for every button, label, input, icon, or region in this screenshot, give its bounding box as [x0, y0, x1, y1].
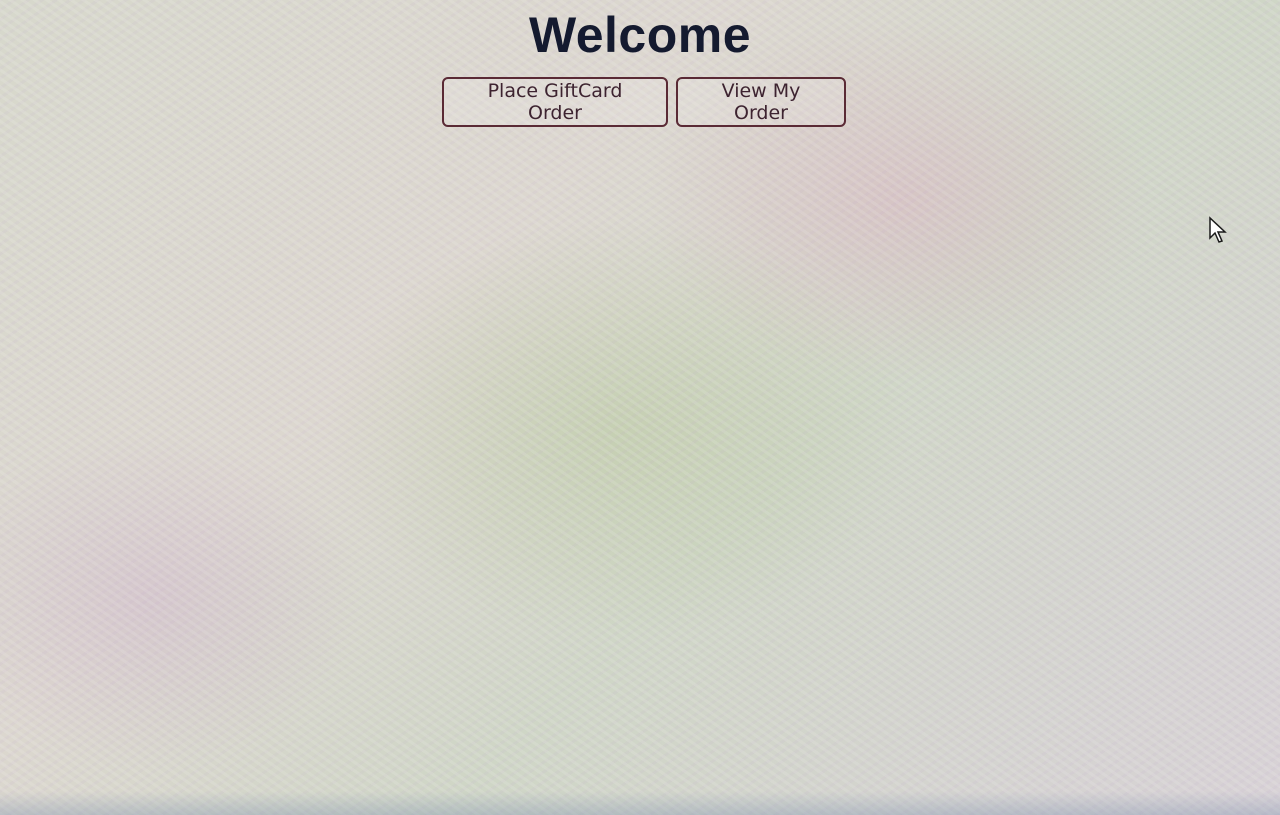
place-giftcard-order-button[interactable]: Place GiftCard Order — [442, 77, 668, 127]
view-my-order-button[interactable]: View My Order — [676, 77, 846, 127]
page-container: Welcome Place GiftCard Order View My Ord… — [0, 0, 1280, 815]
screen-bottom-edge — [0, 791, 1280, 815]
mouse-pointer-icon — [1209, 216, 1227, 243]
action-buttons: Place GiftCard Order View My Order — [0, 77, 1280, 127]
page-title: Welcome — [528, 7, 752, 63]
